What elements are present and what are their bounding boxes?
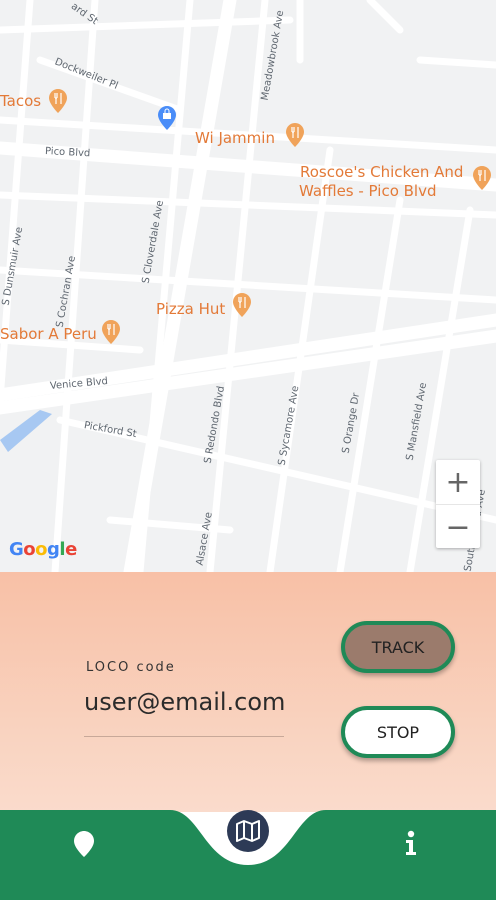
stop-button[interactable]: STOP [341,706,455,758]
street-label: Pico Blvd [44,146,91,160]
poi-label-roscoes-line2[interactable]: Waffles - Pico Blvd [299,182,437,201]
input-underline [84,736,284,737]
tracking-panel: LOCO code user@email.com TRACK STOP [0,572,496,812]
shopping-pin-icon[interactable] [158,106,176,130]
zoom-control: + − [436,460,480,548]
info-icon[interactable] [404,830,418,856]
loco-code-input[interactable]: user@email.com [84,688,284,716]
poi-label-wi-jammin[interactable]: Wi Jammin [195,129,275,148]
restaurant-pin-icon[interactable] [102,320,120,344]
poi-label-pizza-hut[interactable]: Pizza Hut [156,300,225,319]
bottom-nav [0,810,496,900]
zoom-out-button[interactable]: − [436,504,480,549]
google-logo: Google [9,539,77,560]
restaurant-pin-icon[interactable] [233,293,251,317]
zoom-in-button[interactable]: + [436,460,480,504]
restaurant-pin-icon[interactable] [473,166,491,190]
map-view[interactable]: ard St Dockweiler Pl Meadowbrook Ave Pic… [0,0,496,572]
poi-label-tacos[interactable]: Tacos [0,92,41,111]
loco-code-label: LOCO code [86,660,176,675]
map-roads [0,0,496,572]
restaurant-pin-icon[interactable] [49,89,67,113]
map-icon[interactable] [225,810,271,856]
restaurant-pin-icon[interactable] [286,123,304,147]
location-pin-icon[interactable] [74,831,94,857]
track-button[interactable]: TRACK [341,621,455,673]
poi-label-sabor-a-peru[interactable]: Sabor A Peru [0,325,97,344]
poi-label-roscoes[interactable]: Roscoe's Chicken And [300,163,463,182]
